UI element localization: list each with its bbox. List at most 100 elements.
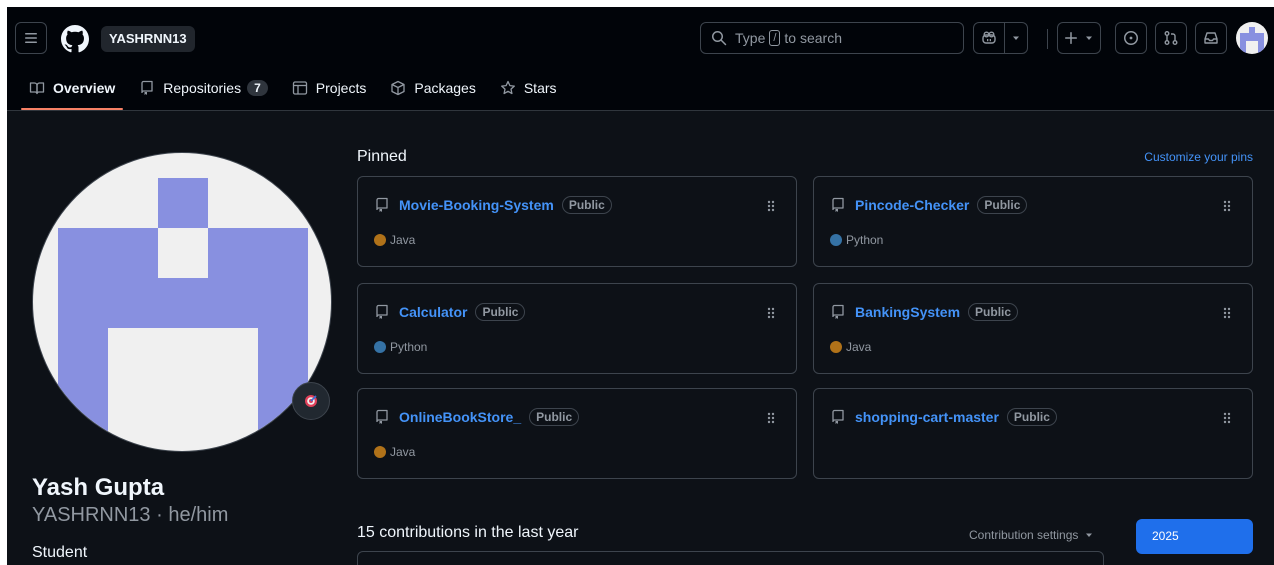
year-button[interactable]: 2025 (1136, 519, 1253, 554)
pull-requests-button[interactable] (1155, 22, 1187, 54)
repo-icon (832, 409, 844, 424)
search-icon (712, 31, 727, 46)
language-color-dot (374, 446, 386, 458)
language-color-dot (374, 341, 386, 353)
repo-name-link[interactable]: Calculator (399, 304, 467, 320)
tab-overview[interactable]: Overview (21, 73, 124, 110)
language-color-dot (830, 234, 842, 246)
drag-handle-icon[interactable] (1222, 411, 1232, 425)
repo-language: Java (374, 445, 415, 459)
profile-name: Yash Gupta (32, 474, 165, 501)
triangle-down-icon (1086, 36, 1092, 40)
github-logo-icon[interactable] (61, 25, 89, 53)
search-shortcut-key: / (769, 30, 781, 46)
target-emoji-icon (305, 395, 317, 407)
visibility-badge: Public (968, 303, 1019, 321)
tab-projects[interactable]: Projects (284, 73, 375, 103)
drag-handle-icon[interactable] (766, 411, 776, 425)
repo-language-label: Java (390, 445, 416, 459)
search-prefix: Type (735, 30, 766, 46)
drag-handle-icon[interactable] (766, 199, 776, 213)
search-suffix: to search (784, 30, 843, 46)
repo-language-label: Java (390, 233, 416, 247)
global-header: YASHRNN13 Type / to search Overview Repo… (7, 7, 1274, 111)
context-badge[interactable]: YASHRNN13 (101, 26, 195, 52)
visibility-badge: Public (977, 196, 1028, 214)
pinned-repo-card: Movie-Booking-System Public Java (357, 176, 797, 267)
repositories-counter: 7 (247, 80, 268, 96)
issues-button[interactable] (1115, 22, 1147, 54)
search-placeholder: Type / to search (735, 30, 842, 46)
repo-name-line: Calculator Public (399, 303, 526, 321)
profile-login-pronouns: YASHRNN13 · he/him (32, 504, 229, 526)
repo-name-link[interactable]: OnlineBookStore_ (399, 409, 521, 425)
repo-language: Python (374, 340, 427, 354)
drag-handle-icon[interactable] (1222, 199, 1232, 213)
tab-packages-label: Packages (414, 80, 476, 96)
pinned-repo-card: Calculator Public Python (357, 283, 797, 374)
search-input[interactable]: Type / to search (700, 22, 964, 54)
repo-name-line: shopping-cart-master Public (855, 408, 1057, 426)
app-window: YASHRNN13 Type / to search Overview Repo… (7, 7, 1274, 565)
header-divider (1047, 29, 1048, 49)
repo-name-link[interactable]: BankingSystem (855, 304, 960, 320)
repo-name-line: Movie-Booking-System Public (399, 196, 612, 214)
inbox-icon (1204, 32, 1218, 44)
pinned-repo-card: Pincode-Checker Public Python (813, 176, 1253, 267)
tab-projects-label: Projects (315, 80, 367, 96)
copilot-menu-button[interactable] (1004, 22, 1028, 54)
repo-language: Java (830, 340, 871, 354)
repo-name-line: BankingSystem Public (855, 303, 1019, 321)
triangle-down-icon (1086, 533, 1093, 537)
profile-tabs: Overview Repositories 7 Projects Package… (21, 73, 573, 111)
customize-pins-link[interactable]: Customize your pins (1144, 150, 1253, 164)
repo-icon (376, 409, 388, 424)
repo-language: Python (830, 233, 883, 247)
user-avatar[interactable] (1236, 22, 1268, 54)
language-color-dot (374, 234, 386, 246)
drag-handle-icon[interactable] (766, 306, 776, 320)
repo-name-link[interactable]: Movie-Booking-System (399, 197, 554, 213)
repo-language-label: Java (846, 340, 872, 354)
create-new-button[interactable] (1057, 22, 1101, 54)
copilot-button[interactable] (973, 22, 1005, 54)
language-color-dot (830, 341, 842, 353)
visibility-badge: Public (475, 303, 526, 321)
tab-packages[interactable]: Packages (382, 73, 483, 103)
repo-language-label: Python (846, 233, 884, 247)
repo-language: Java (374, 233, 415, 247)
book-icon (29, 82, 45, 95)
tab-repositories-label: Repositories (163, 80, 242, 96)
tab-stars[interactable]: Stars (492, 73, 565, 103)
repo-name-link[interactable]: shopping-cart-master (855, 409, 999, 425)
pinned-heading: Pinned (357, 148, 407, 165)
pinned-repo-card: shopping-cart-master Public (813, 388, 1253, 479)
pinned-repo-card: BankingSystem Public Java (813, 283, 1253, 374)
table-icon (292, 81, 307, 95)
contributions-heading: 15 contributions in the last year (357, 524, 579, 541)
repo-icon (141, 80, 153, 95)
repo-icon (376, 304, 388, 319)
profile-avatar[interactable] (32, 152, 332, 452)
repo-name-link[interactable]: Pincode-Checker (855, 197, 969, 213)
tab-stars-label: Stars (523, 80, 557, 96)
package-icon (391, 80, 406, 96)
issue-opened-icon (1124, 31, 1138, 45)
tab-overview-label: Overview (53, 80, 116, 96)
identicon-icon (58, 178, 308, 451)
drag-handle-icon[interactable] (1222, 306, 1232, 320)
visibility-badge: Public (529, 408, 580, 426)
profile-bio: Student (32, 544, 88, 561)
contribution-graph (357, 551, 1104, 565)
git-pull-request-icon (1164, 31, 1178, 45)
copilot-icon (982, 31, 996, 44)
contribution-settings-button[interactable]: Contribution settings (969, 528, 1094, 542)
set-status-button[interactable] (292, 382, 330, 420)
contribution-settings-label: Contribution settings (969, 528, 1079, 542)
menu-button[interactable] (15, 22, 47, 54)
tab-repositories[interactable]: Repositories 7 (131, 73, 276, 103)
hamburger-icon (25, 33, 37, 43)
inbox-button[interactable] (1195, 22, 1227, 54)
triangle-down-icon (1013, 36, 1019, 40)
identicon-icon (1240, 27, 1264, 54)
